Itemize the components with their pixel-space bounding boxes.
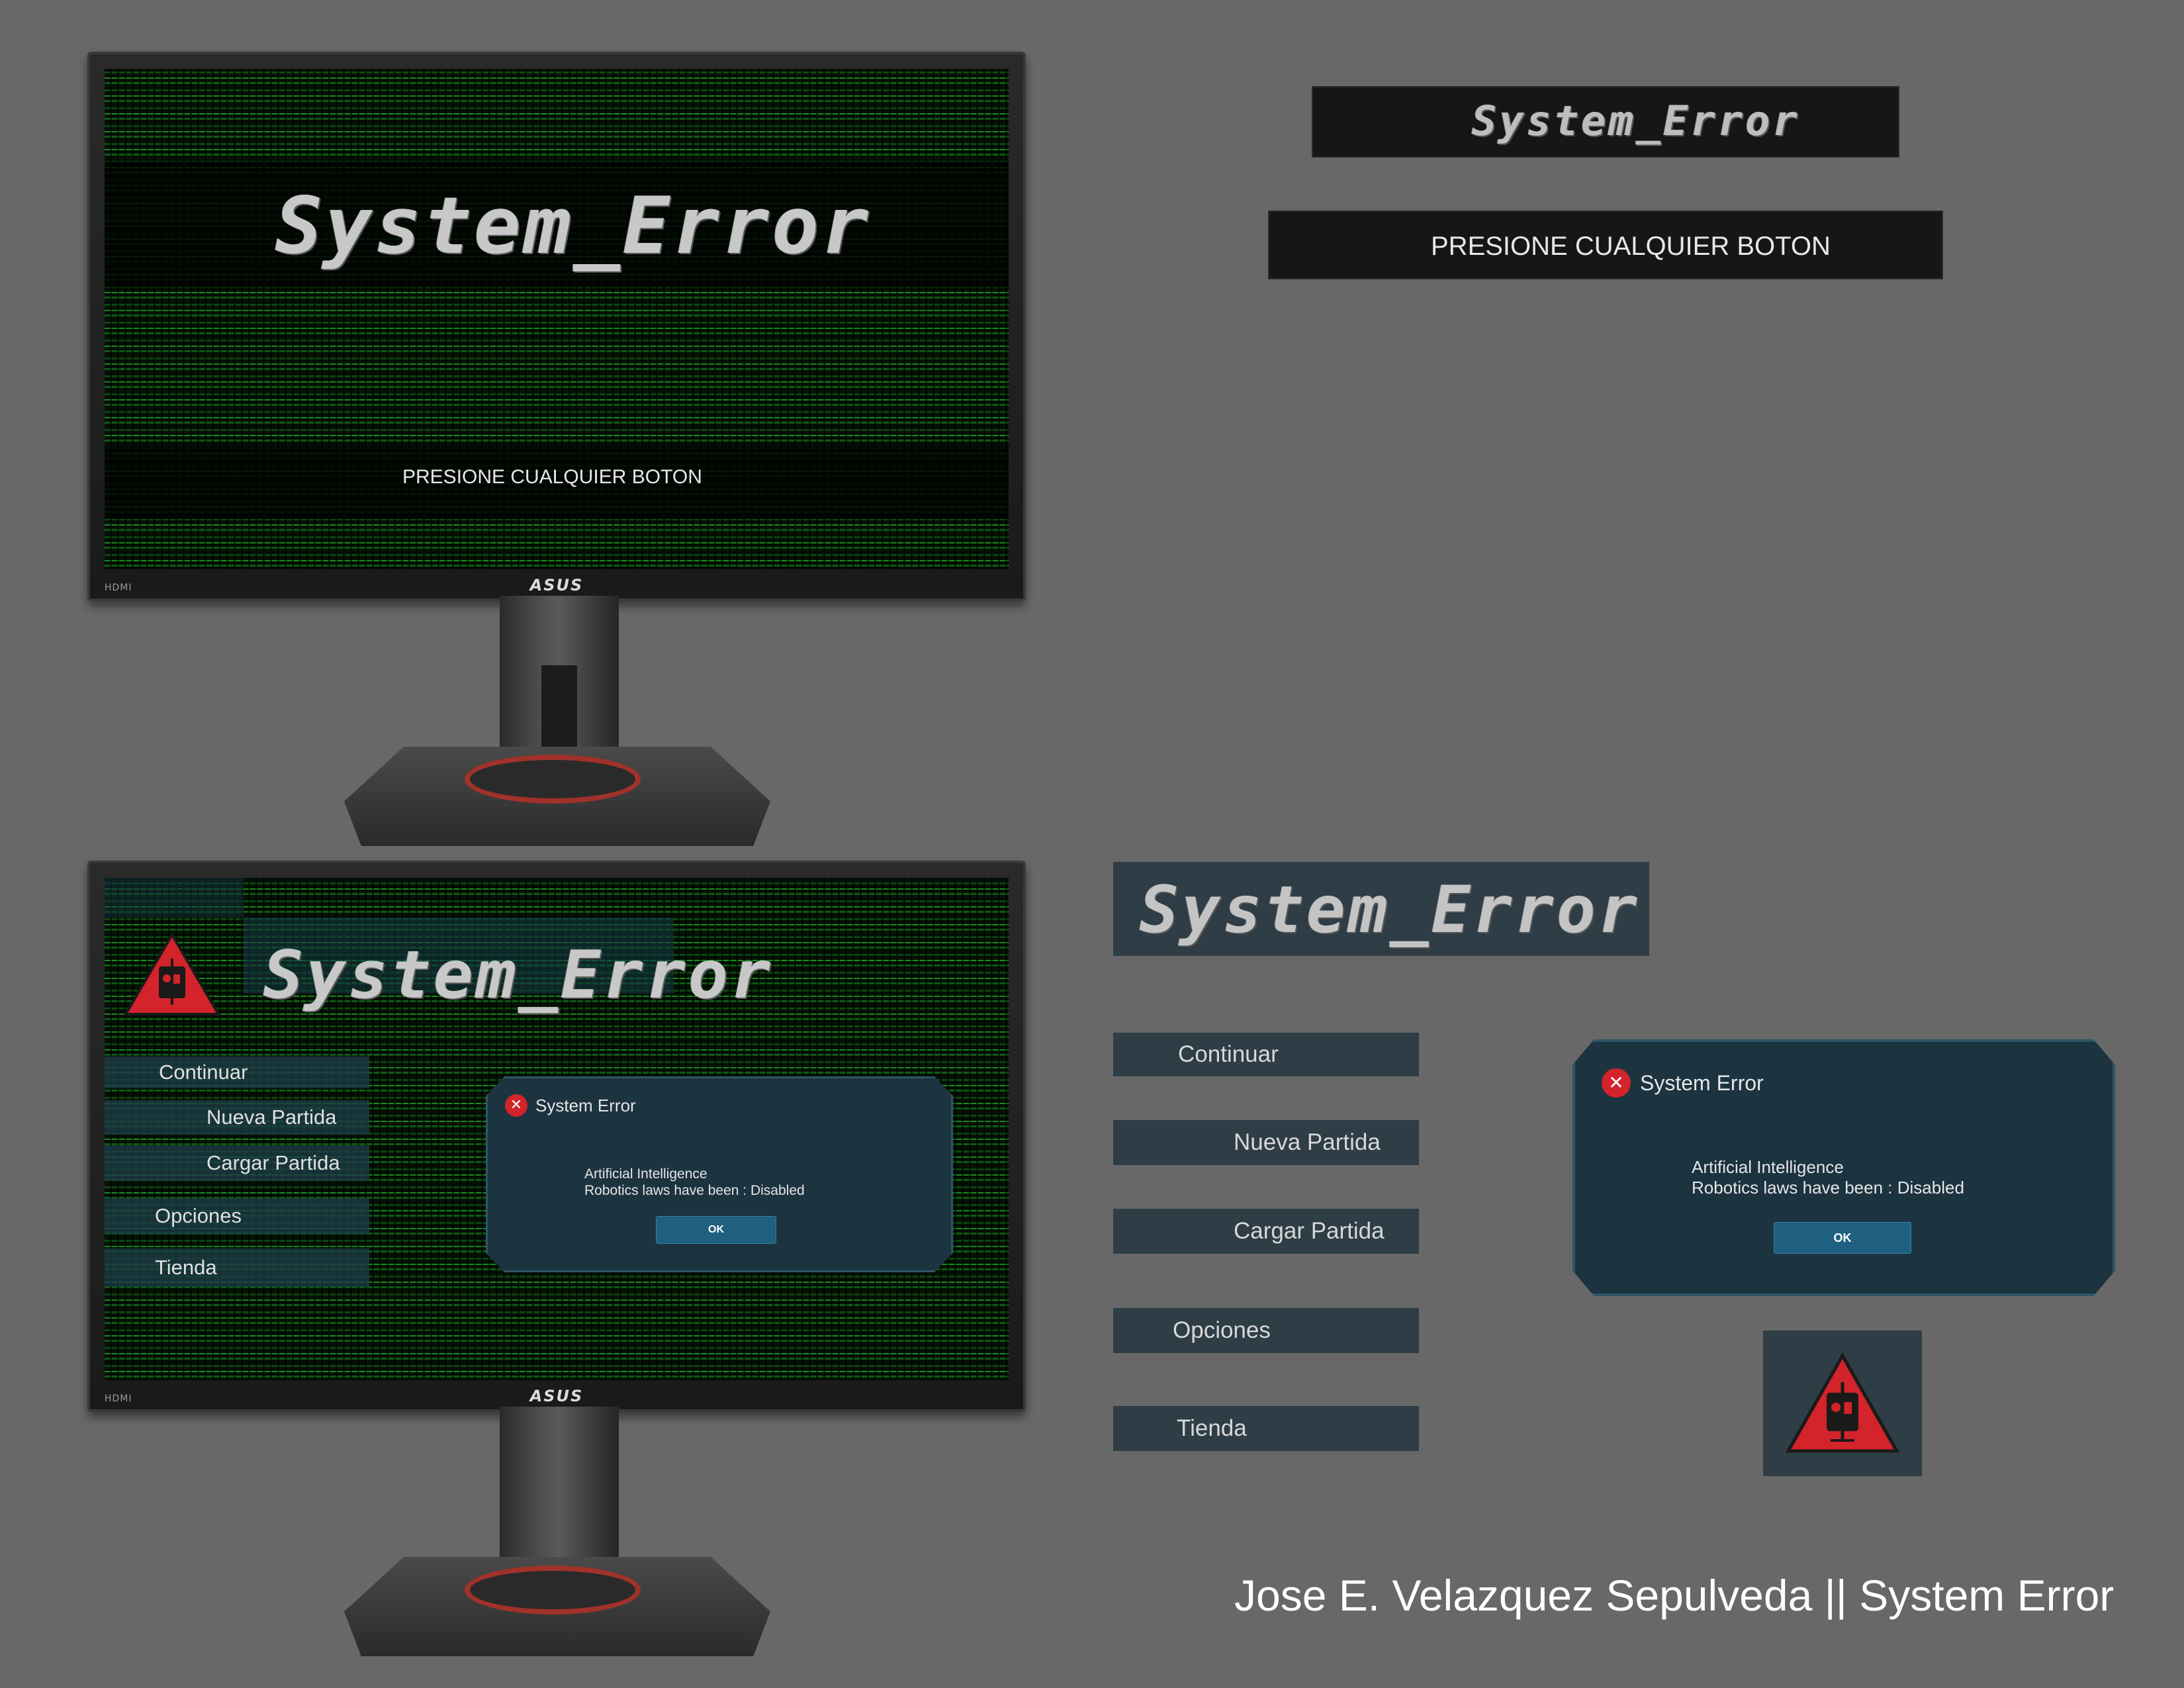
logo-icon-tile xyxy=(1763,1331,1922,1476)
banner-large-title-text: System_Error xyxy=(1140,872,1641,948)
title-screen-display: System_Error PRESIONE CUALQUIER BOTON xyxy=(105,69,1009,569)
banner-title-text: System_Error xyxy=(1472,97,1800,145)
asset-button-tienda[interactable]: Tienda xyxy=(1113,1406,1419,1451)
menu-continuar[interactable]: Continuar xyxy=(105,1056,369,1088)
monitor-brand-logo: ASUS xyxy=(529,1387,584,1405)
asset-dialog-message: Artificial Intelligence Robotics laws ha… xyxy=(1692,1157,1964,1198)
asset-dialog-line-2: Robotics laws have been : Disabled xyxy=(1692,1178,1964,1198)
dialog-message: Artificial Intelligence Robotics laws ha… xyxy=(584,1166,805,1199)
press-banner[interactable]: PRESIONE CUALQUIER BOTON xyxy=(1268,211,1943,279)
asset-dialog-ok-button[interactable]: OK xyxy=(1774,1222,1911,1254)
title-banner-large: System_Error xyxy=(1113,862,1649,956)
game-title: System_Error xyxy=(275,180,872,271)
menu-cargar-partida[interactable]: Cargar Partida xyxy=(105,1145,369,1181)
asset-system-error-dialog: ✕ System Error Artificial Intelligence R… xyxy=(1572,1039,2115,1296)
menu-tienda[interactable]: Tienda xyxy=(105,1248,369,1287)
game-title: System_Error xyxy=(263,936,774,1013)
hdmi-label: HDMI xyxy=(105,583,132,593)
monitor-brand-logo: ASUS xyxy=(529,576,584,594)
error-x-icon: ✕ xyxy=(1602,1068,1631,1098)
robot-warning-triangle-icon xyxy=(1785,1352,1900,1453)
system-error-dialog: ✕ System Error Artificial Intelligence R… xyxy=(486,1076,953,1272)
asset-button-continuar[interactable]: Continuar xyxy=(1113,1033,1419,1076)
monitor-1-base-ring xyxy=(465,755,641,804)
dialog-title: System Error xyxy=(535,1095,636,1115)
hdmi-label: HDMI xyxy=(105,1393,132,1404)
dialog-title-bar: ✕ System Error xyxy=(505,1094,636,1117)
asset-button-nueva-partida[interactable]: Nueva Partida xyxy=(1113,1120,1419,1165)
press-any-button-prompt[interactable]: PRESIONE CUALQUIER BOTON xyxy=(402,466,702,489)
menu-opciones[interactable]: Opciones xyxy=(105,1198,369,1234)
monitor-title-screen: System_Error PRESIONE CUALQUIER BOTON HD… xyxy=(87,52,1026,601)
asset-button-opciones[interactable]: Opciones xyxy=(1113,1308,1419,1353)
robot-warning-triangle-icon xyxy=(123,932,221,1015)
asset-dialog-title: System Error xyxy=(1640,1070,1764,1095)
menu-screen-display: System_Error Continuar Nueva Partida Car… xyxy=(105,878,1009,1380)
dialog-ok-button[interactable]: OK xyxy=(656,1216,776,1244)
asset-dialog-line-1: Artificial Intelligence xyxy=(1692,1157,1844,1177)
title-banner-small: System_Error xyxy=(1312,86,1899,158)
dialog-line-1: Artificial Intelligence xyxy=(584,1166,707,1182)
menu-nueva-partida[interactable]: Nueva Partida xyxy=(105,1100,369,1135)
monitor-2-base-ring xyxy=(465,1566,641,1615)
dialog-line-2: Robotics laws have been : Disabled xyxy=(584,1183,805,1199)
monitor-menu-screen: System_Error Continuar Nueva Partida Car… xyxy=(87,861,1026,1412)
asset-button-cargar-partida[interactable]: Cargar Partida xyxy=(1113,1209,1419,1254)
press-banner-text: PRESIONE CUALQUIER BOTON xyxy=(1431,232,1831,261)
author-credit: Jose E. Velazquez Sepulveda || System Er… xyxy=(1234,1571,2115,1620)
header-dark-panel xyxy=(105,878,244,917)
error-x-icon: ✕ xyxy=(505,1094,527,1117)
asset-dialog-title-bar: ✕ System Error xyxy=(1602,1068,1764,1098)
